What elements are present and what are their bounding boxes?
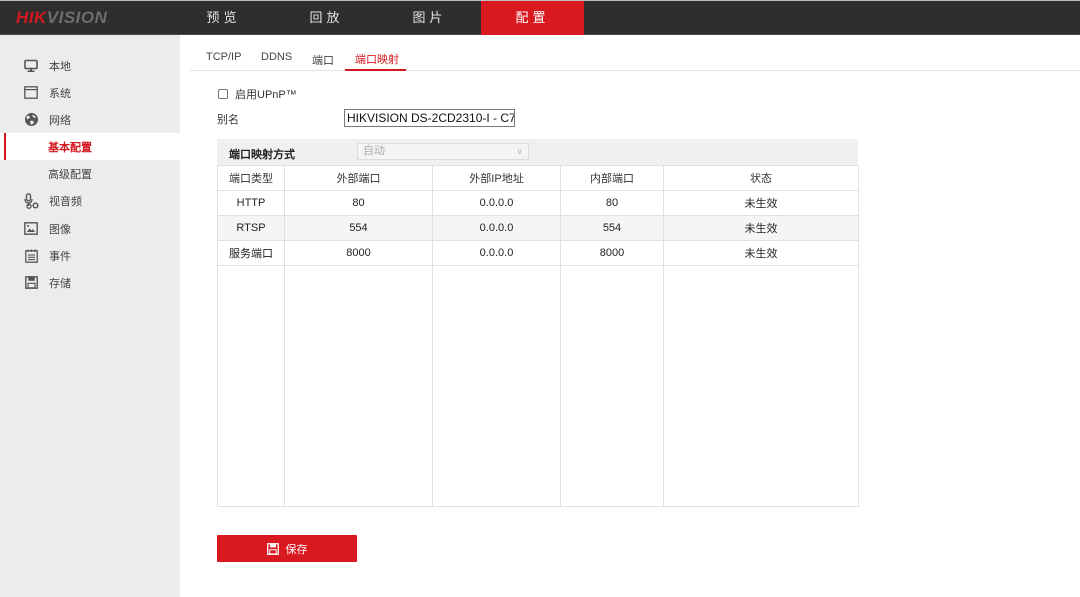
save-button[interactable]: 保存 <box>217 535 357 562</box>
sidebar-item-label: 高级配置 <box>48 168 92 181</box>
nav-playback[interactable]: 回放 <box>275 1 378 35</box>
upnp-label: 启用UPnP™ <box>235 89 297 101</box>
sidebar: 本地 系统 网络 基本配置 高级配置 视音频 图像 事件 存储 <box>0 35 180 597</box>
sidebar-item-network[interactable]: 网络 <box>0 106 180 133</box>
hikvision-logo: HIKVISION <box>16 8 108 27</box>
port-type-cell: RTSP <box>217 215 285 241</box>
mapping-mode-value: 自动 <box>363 145 385 157</box>
empty-cell <box>663 265 859 507</box>
external-port-cell: 554 <box>284 215 433 241</box>
tab-port[interactable]: 端口 <box>312 52 334 68</box>
sidebar-item-system[interactable]: 系统 <box>0 79 180 106</box>
table-row[interactable]: HTTP 80 0.0.0.0 80 未生效 <box>217 190 859 216</box>
upnp-checkbox[interactable] <box>218 89 228 99</box>
sidebar-item-local[interactable]: 本地 <box>0 52 180 79</box>
table-row[interactable]: RTSP 554 0.0.0.0 554 未生效 <box>217 215 859 241</box>
sidebar-item-label: 网络 <box>49 114 71 127</box>
column-header: 端口类型 <box>217 165 285 191</box>
chevron-down-icon: ∨ <box>516 146 523 156</box>
port-type-cell: 服务端口 <box>217 240 285 266</box>
mapping-mode-select[interactable]: 自动 ∨ <box>357 143 529 160</box>
main-nav: 预览 回放 图片 配置 <box>172 1 584 35</box>
sidebar-item-label: 基本配置 <box>48 141 92 154</box>
nav-picture[interactable]: 图片 <box>378 1 481 35</box>
status-cell: 未生效 <box>663 190 859 216</box>
upnp-toggle[interactable]: 启用UPnP™ <box>218 86 297 102</box>
sidebar-item-label: 本地 <box>49 60 71 73</box>
floppy-icon <box>266 542 279 555</box>
sidebar-item-label: 存储 <box>49 277 71 290</box>
sidebar-item-basic-config[interactable]: 基本配置 <box>0 133 180 160</box>
monitor-icon <box>23 58 39 74</box>
internal-port-cell: 8000 <box>560 240 664 266</box>
internal-port-cell: 80 <box>560 190 664 216</box>
save-label: 保存 <box>285 543 308 556</box>
empty-cell <box>284 265 433 507</box>
internal-port-cell: 554 <box>560 215 664 241</box>
window-icon <box>23 85 39 101</box>
active-tab-indicator <box>345 69 406 71</box>
sidebar-item-label: 事件 <box>49 250 71 263</box>
sub-tabs: TCP/IP DDNS 端口 端口映射 <box>190 42 1080 71</box>
column-header: 状态 <box>663 165 859 191</box>
empty-table-area <box>217 265 859 507</box>
status-cell: 未生效 <box>663 215 859 241</box>
top-navigation-bar: HIKVISION 预览 回放 图片 配置 <box>0 0 1080 35</box>
sidebar-item-event[interactable]: 事件 <box>0 242 180 269</box>
globe-icon <box>23 112 39 128</box>
audio-video-icon <box>23 192 39 209</box>
column-header: 外部端口 <box>284 165 433 191</box>
sidebar-item-image[interactable]: 图像 <box>0 215 180 242</box>
column-header: 外部IP地址 <box>432 165 561 191</box>
image-icon <box>23 221 39 237</box>
empty-cell <box>560 265 664 507</box>
external-port-cell: 80 <box>284 190 433 216</box>
alias-label: 别名 <box>217 114 239 126</box>
port-mapping-panel: 端口映射方式 自动 ∨ 端口类型 外部端口 外部IP地址 内部端口 状态 HTT… <box>217 139 859 507</box>
tab-tcpip[interactable]: TCP/IP <box>206 51 241 63</box>
nav-configuration[interactable]: 配置 <box>481 1 584 35</box>
column-header: 内部端口 <box>560 165 664 191</box>
nav-preview[interactable]: 预览 <box>172 1 275 35</box>
alias-input[interactable]: HIKVISION DS-2CD2310-I - C764 <box>344 109 515 127</box>
calendar-icon <box>23 248 39 264</box>
sidebar-item-storage[interactable]: 存储 <box>0 269 180 296</box>
external-ip-cell: 0.0.0.0 <box>432 190 561 216</box>
empty-cell <box>217 265 285 507</box>
empty-cell <box>432 265 561 507</box>
mapping-mode-row: 端口映射方式 自动 ∨ <box>217 139 858 165</box>
status-cell: 未生效 <box>663 240 859 266</box>
sidebar-item-label: 系统 <box>49 87 71 100</box>
port-mapping-table: 端口类型 外部端口 外部IP地址 内部端口 状态 HTTP 80 0.0.0.0… <box>217 165 859 507</box>
external-ip-cell: 0.0.0.0 <box>432 215 561 241</box>
sidebar-item-advanced-config[interactable]: 高级配置 <box>0 160 180 187</box>
table-header-row: 端口类型 外部端口 外部IP地址 内部端口 状态 <box>217 165 859 191</box>
sidebar-item-video-audio[interactable]: 视音频 <box>0 187 180 214</box>
tab-ddns[interactable]: DDNS <box>261 51 292 63</box>
tab-port-mapping[interactable]: 端口映射 <box>355 51 399 67</box>
sidebar-item-label: 视音频 <box>49 195 82 208</box>
table-row[interactable]: 服务端口 8000 0.0.0.0 8000 未生效 <box>217 240 859 266</box>
mapping-mode-label: 端口映射方式 <box>229 149 295 161</box>
floppy-icon <box>23 275 39 291</box>
port-type-cell: HTTP <box>217 190 285 216</box>
external-ip-cell: 0.0.0.0 <box>432 240 561 266</box>
sidebar-item-label: 图像 <box>49 223 71 236</box>
external-port-cell: 8000 <box>284 240 433 266</box>
